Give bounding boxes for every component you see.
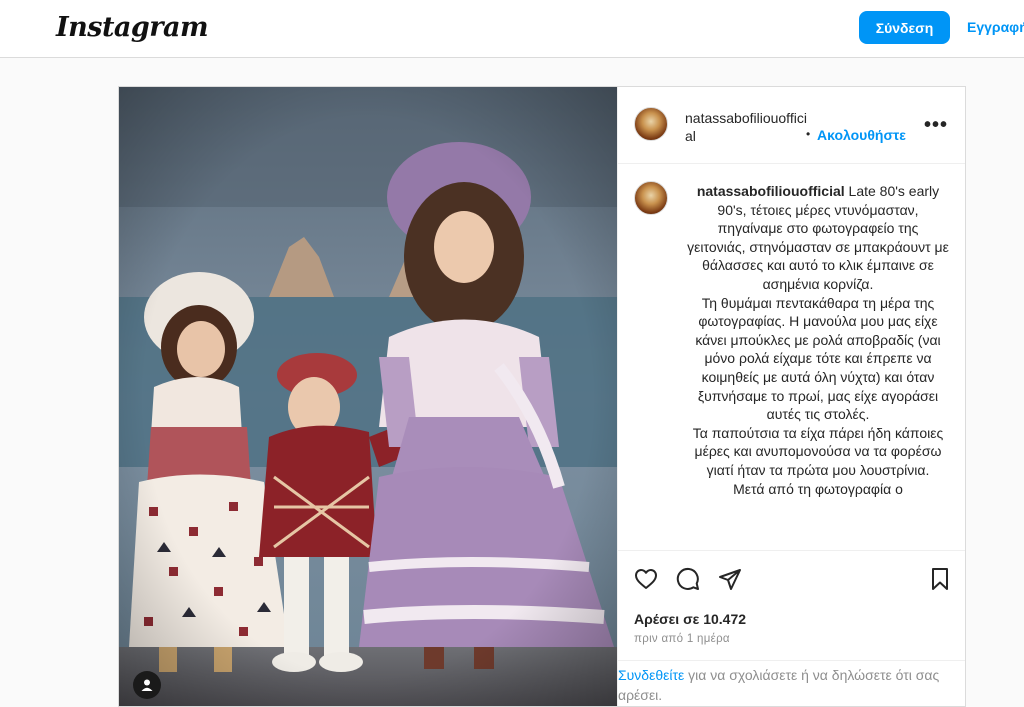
caption-username[interactable]: natassabofiliouofficial <box>697 183 845 199</box>
post-caption: natassabofiliouofficial Late 80's early … <box>687 182 949 498</box>
share-icon[interactable] <box>716 565 744 593</box>
post-card: natassabofiliouofficial • Ακολουθήστε ••… <box>118 86 966 707</box>
post-actions: Αρέσει σε 10.472 πριν από 1 ημέρα <box>618 550 965 660</box>
caption-text: Late 80's early 90's, τέτοιες μέρες ντυν… <box>687 183 949 292</box>
login-to-comment-link[interactable]: Συνδεθείτε <box>618 667 684 683</box>
caption-paragraph-1: natassabofiliouofficial Late 80's early … <box>687 182 949 294</box>
comment-icon[interactable] <box>674 565 702 593</box>
caption-paragraph-2: Τη θυμάμαι πεντακάθαρα τη μέρα της φωτογ… <box>695 294 941 423</box>
caption-author-avatar[interactable] <box>634 181 668 215</box>
signup-link[interactable]: Εγγραφή <box>967 19 1024 35</box>
post-photo[interactable] <box>119 87 617 706</box>
like-count[interactable]: Αρέσει σε 10.472 <box>634 611 746 627</box>
post-photo-illustration <box>119 87 617 706</box>
author-avatar[interactable] <box>634 107 668 141</box>
caption-paragraph-3: Τα παπούτσια τα είχα πάρει ήδη κάποιες μ… <box>692 424 944 478</box>
separator-dot: • <box>806 127 811 141</box>
caption-paragraph-4: Μετά από τη φωτογραφία ο <box>733 480 903 497</box>
top-navigation-bar: Instagram Σύνδεση Εγγραφή <box>0 0 1024 58</box>
post-header: natassabofiliouofficial • Ακολουθήστε ••… <box>618 87 965 164</box>
follow-button[interactable]: Ακολουθήστε <box>817 127 906 143</box>
post-sidebar: natassabofiliouofficial • Ακολουθήστε ••… <box>617 87 965 706</box>
user-tag-icon[interactable] <box>133 671 161 699</box>
heart-icon[interactable] <box>632 565 660 593</box>
more-options-icon[interactable]: ••• <box>924 113 948 137</box>
author-username[interactable]: natassabofiliouofficial <box>685 109 807 145</box>
bookmark-icon[interactable] <box>926 565 954 593</box>
login-button[interactable]: Σύνδεση <box>859 11 950 44</box>
instagram-logo[interactable]: Instagram <box>56 12 209 43</box>
comment-prompt: Συνδεθείτε για να σχολιάσετε ή να δηλώσε… <box>618 660 965 706</box>
post-timestamp[interactable]: πριν από 1 ημέρα <box>634 633 730 645</box>
